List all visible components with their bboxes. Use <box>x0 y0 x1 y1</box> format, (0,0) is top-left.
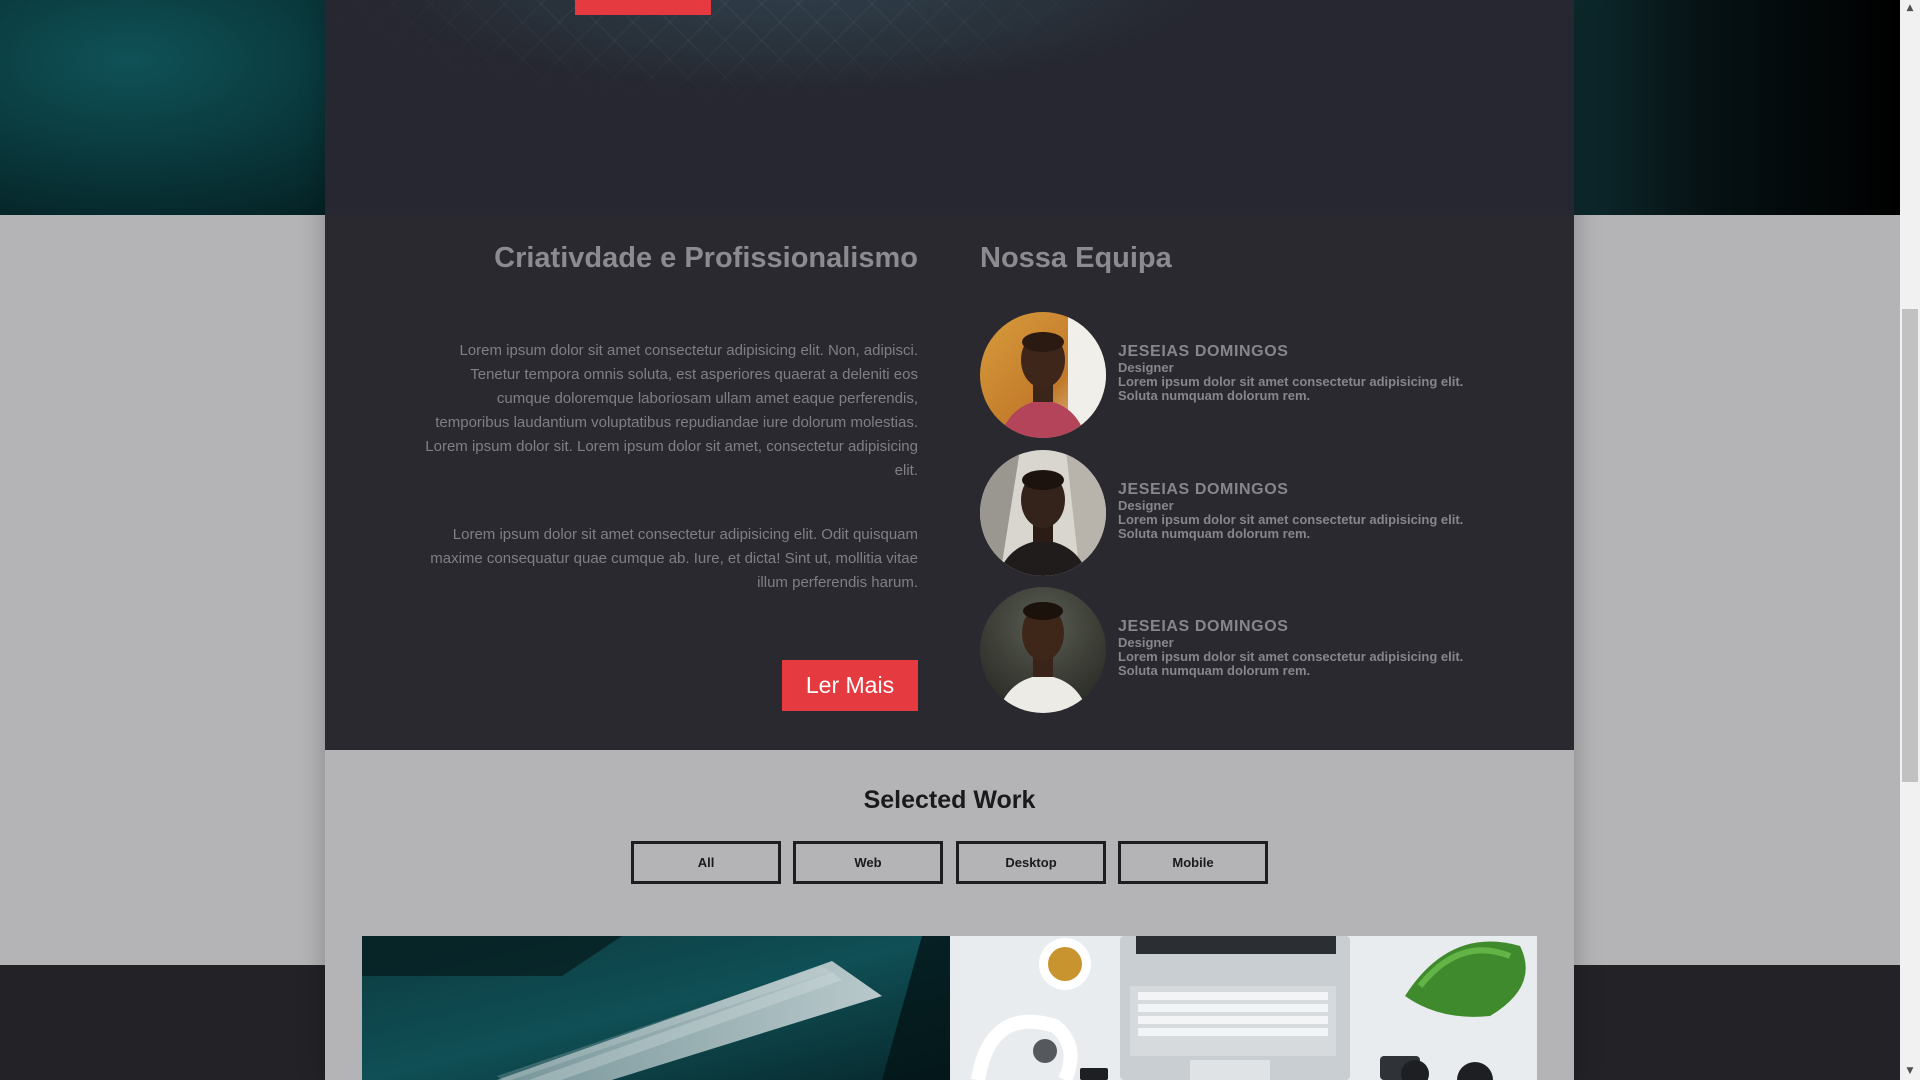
hero-pattern <box>325 0 1125 120</box>
filter-all-button[interactable]: All <box>631 841 781 884</box>
member-description-line-2: Soluta numquam dolorum rem. <box>1118 526 1311 541</box>
team-member: JESEIAS DOMINGOS Designer Lorem ipsum do… <box>980 450 1500 576</box>
hero-section <box>325 0 1574 215</box>
member-name: JESEIAS DOMINGOS <box>1118 343 1289 360</box>
member-description-line-2: Soluta numquam dolorum rem. <box>1118 663 1311 678</box>
hero-button[interactable] <box>575 0 711 15</box>
scroll-up-arrow-icon[interactable]: ▲ <box>1900 0 1920 17</box>
member-info: JESEIAS DOMINGOS Designer Lorem ipsum do… <box>1118 481 1498 541</box>
scrollbar-thumb[interactable] <box>1902 309 1918 782</box>
work-thumbnail-desk[interactable] <box>950 936 1537 1080</box>
filter-desktop-button[interactable]: Desktop <box>956 841 1106 884</box>
member-description-line-1: Lorem ipsum dolor sit amet consectetur a… <box>1118 512 1464 527</box>
content-column: Criativdade e Profissionalismo Lorem ips… <box>325 0 1574 1080</box>
filter-mobile-button[interactable]: Mobile <box>1118 841 1268 884</box>
selected-work-title: Selected Work <box>863 786 1036 814</box>
member-description-line-1: Lorem ipsum dolor sit amet consectetur a… <box>1118 649 1464 664</box>
avatar <box>980 587 1106 713</box>
about-paragraph-2: Lorem ipsum dolor sit amet consectetur a… <box>430 526 918 591</box>
avatar <box>980 450 1106 576</box>
about-paragraph-1: Lorem ipsum dolor sit amet consectetur a… <box>425 342 918 479</box>
member-role: Designer <box>1118 498 1174 513</box>
scroll-down-arrow-icon[interactable]: ▼ <box>1900 1063 1920 1080</box>
member-description-line-2: Soluta numquam dolorum rem. <box>1118 388 1311 403</box>
team-member: JESEIAS DOMINGOS Designer Lorem ipsum do… <box>980 587 1500 713</box>
work-filters: All Web Desktop Mobile <box>631 841 1271 885</box>
page-scrollbar[interactable]: ▲ ▼ <box>1900 0 1920 1080</box>
about-section: Criativdade e Profissionalismo Lorem ips… <box>325 215 1574 750</box>
avatar <box>980 312 1106 438</box>
hero-background-right <box>1574 0 1900 215</box>
member-role: Designer <box>1118 635 1174 650</box>
member-info: JESEIAS DOMINGOS Designer Lorem ipsum do… <box>1118 343 1498 403</box>
member-name: JESEIAS DOMINGOS <box>1118 481 1289 498</box>
filter-web-button[interactable]: Web <box>793 841 943 884</box>
member-description-line-1: Lorem ipsum dolor sit amet consectetur a… <box>1118 374 1464 389</box>
team-member: JESEIAS DOMINGOS Designer Lorem ipsum do… <box>980 312 1500 438</box>
ler-mais-button[interactable]: Ler Mais <box>782 660 918 711</box>
team-title: Nossa Equipa <box>980 242 1172 274</box>
about-title: Criativdade e Profissionalismo <box>494 242 918 274</box>
member-info: JESEIAS DOMINGOS Designer Lorem ipsum do… <box>1118 618 1498 678</box>
work-thumbnail-keyboard[interactable] <box>362 936 950 1080</box>
member-name: JESEIAS DOMINGOS <box>1118 618 1289 635</box>
member-role: Designer <box>1118 360 1174 375</box>
selected-work-section: Selected Work All Web Desktop Mobile <box>325 750 1574 1080</box>
